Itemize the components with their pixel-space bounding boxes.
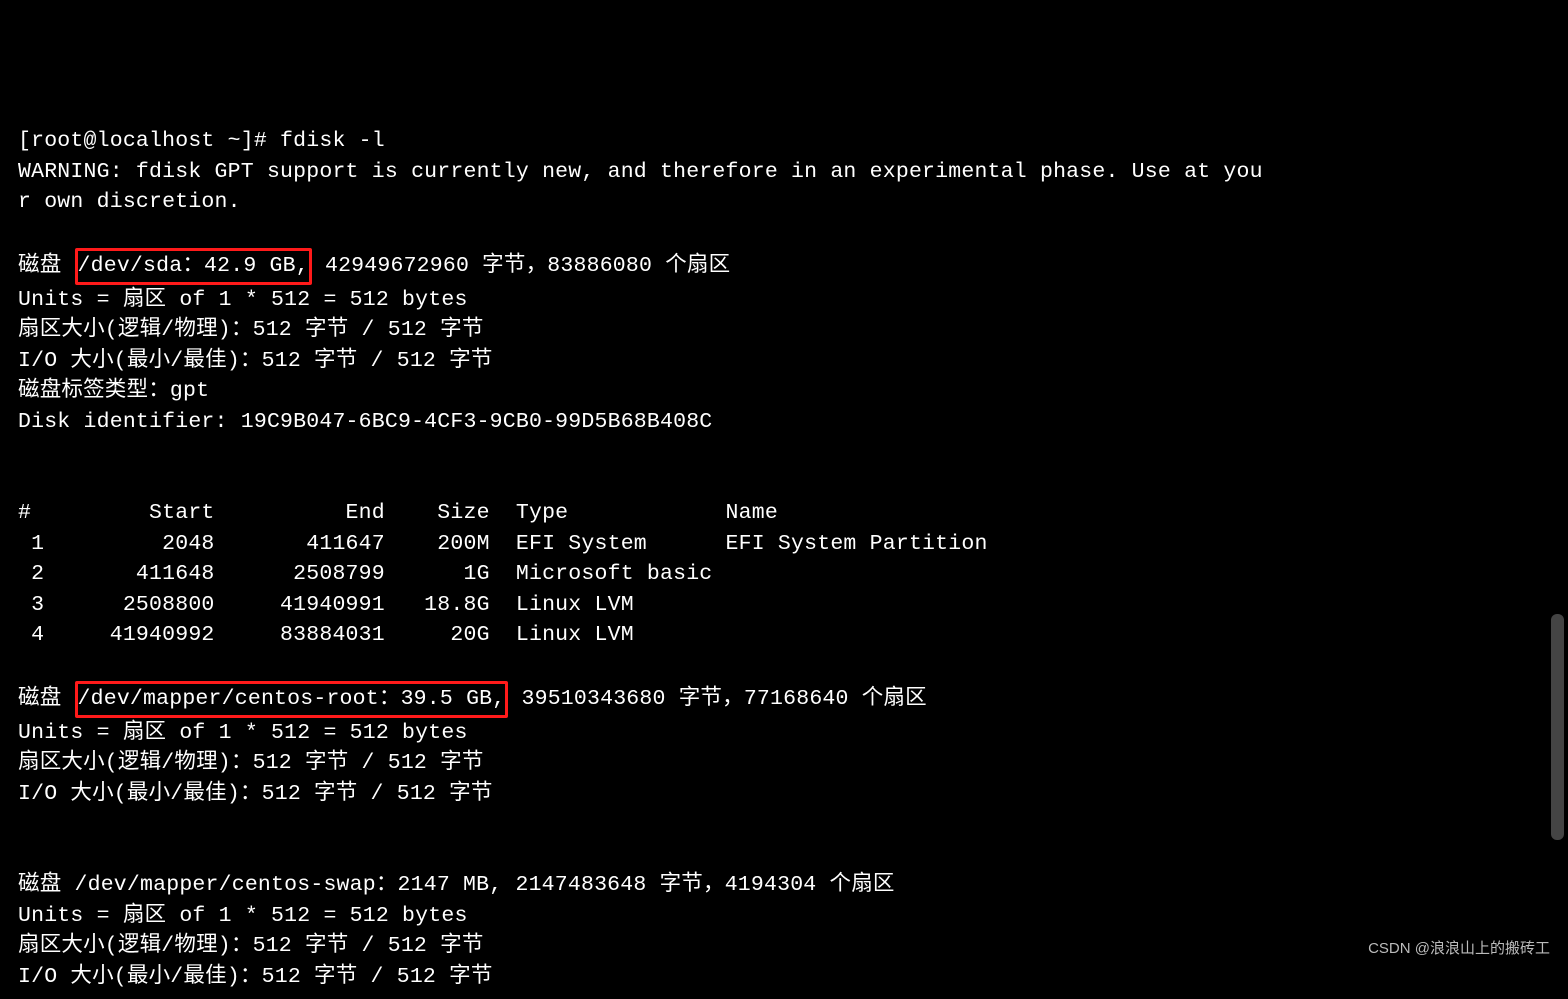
disk1-sector-size: 扇区大小(逻辑/物理)：512 字节 / 512 字节 bbox=[18, 318, 484, 342]
disk2-highlight: /dev/mapper/centos-root：39.5 GB, bbox=[75, 681, 509, 718]
disk2-prefix: 磁盘 bbox=[18, 687, 75, 711]
disk2-io-size: I/O 大小(最小/最佳)：512 字节 / 512 字节 bbox=[18, 782, 493, 806]
disk1-prefix: 磁盘 bbox=[18, 254, 75, 278]
disk1-units: Units = 扇区 of 1 * 512 = 512 bytes bbox=[18, 288, 468, 312]
disk1-suffix: 42949672960 字节，83886080 个扇区 bbox=[312, 254, 730, 278]
prompt-line: [root@localhost ~]# fdisk -l bbox=[18, 129, 385, 153]
disk3-io-size: I/O 大小(最小/最佳)：512 字节 / 512 字节 bbox=[18, 965, 493, 989]
disk3-sector-size: 扇区大小(逻辑/物理)：512 字节 / 512 字节 bbox=[18, 934, 484, 958]
disk2-units: Units = 扇区 of 1 * 512 = 512 bytes bbox=[18, 721, 468, 745]
partition-row: 2 411648 2508799 1G Microsoft basic bbox=[18, 562, 726, 586]
watermark-text: CSDN @浪浪山上的搬砖工 bbox=[1368, 934, 1550, 965]
partition-row: 1 2048 411647 200M EFI System EFI System… bbox=[18, 532, 988, 556]
disk1-label-type: 磁盘标签类型：gpt bbox=[18, 379, 209, 403]
disk1-highlight: /dev/sda：42.9 GB, bbox=[75, 248, 312, 285]
disk1-identifier: Disk identifier: 19C9B047-6BC9-4CF3-9CB0… bbox=[18, 410, 712, 434]
warning-line: WARNING: fdisk GPT support is currently … bbox=[18, 160, 1263, 215]
scrollbar-thumb[interactable] bbox=[1551, 614, 1564, 840]
partition-table-header: # Start End Size Type Name bbox=[18, 501, 778, 525]
partition-row: 3 2508800 41940991 18.8G Linux LVM bbox=[18, 593, 726, 617]
terminal-output: [root@localhost ~]# fdisk -l WARNING: fd… bbox=[0, 122, 1568, 996]
partition-row: 4 41940992 83884031 20G Linux LVM bbox=[18, 623, 726, 647]
disk2-sector-size: 扇区大小(逻辑/物理)：512 字节 / 512 字节 bbox=[18, 751, 484, 775]
disk2-suffix: 39510343680 字节，77168640 个扇区 bbox=[508, 687, 926, 711]
disk3-units: Units = 扇区 of 1 * 512 = 512 bytes bbox=[18, 904, 468, 928]
disk3-line: 磁盘 /dev/mapper/centos-swap：2147 MB, 2147… bbox=[18, 873, 895, 897]
disk1-io-size: I/O 大小(最小/最佳)：512 字节 / 512 字节 bbox=[18, 349, 493, 373]
